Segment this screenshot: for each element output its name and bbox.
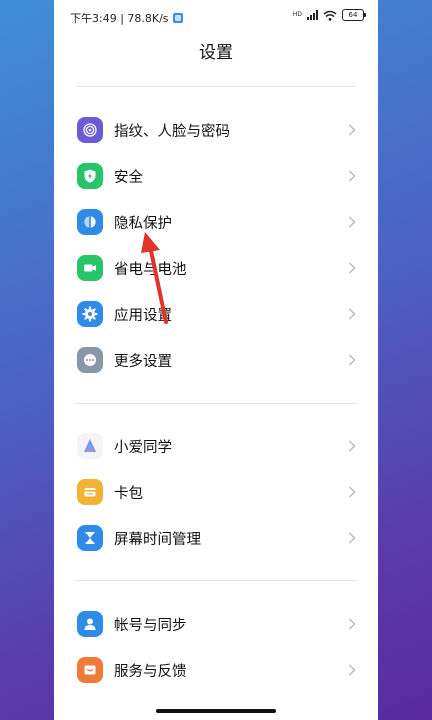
settings-item-account-sync[interactable]: 帐号与同步	[54, 601, 378, 647]
feedback-icon	[77, 657, 103, 683]
chevron-right-icon	[349, 440, 356, 452]
settings-item-screen-time[interactable]: 屏幕时间管理	[54, 515, 378, 561]
status-left: 下午3:49 | 78.8K/s	[70, 10, 183, 26]
group-divider	[76, 86, 356, 87]
settings-item-fingerprint-face-password[interactable]: 指纹、人脸与密码	[54, 107, 378, 153]
chevron-right-icon	[349, 486, 356, 498]
settings-item-label: 卡包	[114, 485, 143, 502]
settings-item-battery[interactable]: 省电与电池	[54, 245, 378, 291]
xiaoai-icon	[77, 433, 103, 459]
settings-screen: 下午3:49 | 78.8K/s HD 64 设置 指纹、人脸与密码 安全 隐私…	[54, 0, 378, 720]
settings-item-card-wallet[interactable]: 卡包	[54, 469, 378, 515]
notification-app-icon	[172, 13, 183, 23]
page-title: 设置	[199, 43, 233, 63]
home-indicator[interactable]	[156, 709, 276, 713]
battery-camera-icon	[77, 255, 103, 281]
status-right: HD 64	[292, 9, 366, 21]
gear-icon	[77, 301, 103, 327]
privacy-icon	[77, 209, 103, 235]
settings-item-service-feedback[interactable]: 服务与反馈	[54, 647, 378, 693]
battery-icon: 64	[342, 9, 366, 21]
hourglass-icon	[77, 525, 103, 551]
chevron-right-icon	[349, 618, 356, 630]
network-type-label: HD	[292, 11, 302, 18]
settings-item-privacy[interactable]: 隐私保护	[54, 199, 378, 245]
settings-item-label: 小爱同学	[114, 439, 172, 456]
settings-item-security[interactable]: 安全	[54, 153, 378, 199]
settings-item-label: 安全	[114, 169, 143, 186]
card-wallet-icon	[77, 479, 103, 505]
settings-item-label: 帐号与同步	[114, 617, 187, 634]
settings-item-label: 屏幕时间管理	[114, 531, 201, 548]
signal-icon	[307, 10, 318, 20]
settings-item-label: 应用设置	[114, 307, 172, 324]
account-icon	[77, 611, 103, 637]
more-dots-icon	[77, 347, 103, 373]
chevron-right-icon	[349, 262, 356, 274]
status-bar: 下午3:49 | 78.8K/s HD 64	[54, 0, 378, 34]
chevron-right-icon	[349, 124, 356, 136]
shield-bolt-icon	[77, 163, 103, 189]
chevron-right-icon	[349, 664, 356, 676]
wifi-icon	[323, 10, 337, 21]
settings-item-app-settings[interactable]: 应用设置	[54, 291, 378, 337]
chevron-right-icon	[349, 354, 356, 366]
group-divider	[76, 403, 356, 404]
chevron-right-icon	[349, 216, 356, 228]
settings-item-more-settings[interactable]: 更多设置	[54, 337, 378, 383]
chevron-right-icon	[349, 532, 356, 544]
settings-item-label: 服务与反馈	[114, 663, 187, 680]
group-divider	[76, 580, 356, 581]
settings-item-label: 指纹、人脸与密码	[114, 123, 230, 140]
settings-item-label: 更多设置	[114, 353, 172, 370]
settings-item-label: 省电与电池	[114, 261, 187, 278]
fingerprint-icon	[77, 117, 103, 143]
settings-item-xiaoai[interactable]: 小爱同学	[54, 423, 378, 469]
settings-item-label: 隐私保护	[114, 215, 172, 232]
status-time-speed: 下午3:49 | 78.8K/s	[70, 12, 169, 25]
chevron-right-icon	[349, 170, 356, 182]
chevron-right-icon	[349, 308, 356, 320]
